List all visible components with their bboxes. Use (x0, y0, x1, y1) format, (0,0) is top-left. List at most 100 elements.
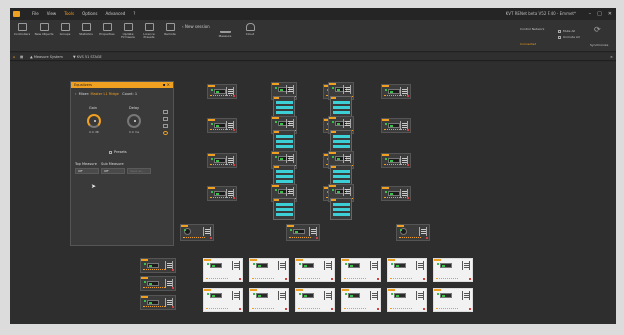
amplifier-device[interactable] (381, 186, 411, 201)
unmute-all-toggle[interactable]: Unmute All (558, 35, 580, 39)
application-window: File View Tools Options Advanced ? KVT R… (10, 8, 616, 324)
amplifier-device[interactable] (433, 288, 473, 312)
close-button[interactable]: ✕ (608, 10, 612, 18)
amplifier-device[interactable] (207, 153, 237, 168)
device-meter (390, 160, 393, 162)
amplifier-device[interactable] (433, 258, 473, 282)
tab-bar-close-icon[interactable]: × (610, 54, 613, 60)
amplifier-device[interactable] (295, 258, 335, 282)
presets-toggle[interactable]: Presets (109, 150, 127, 154)
device-tl (208, 85, 215, 87)
cloud-button[interactable]: Cloud (240, 23, 260, 49)
amplifier-device[interactable] (140, 276, 176, 291)
groups-button[interactable]: Groups (55, 23, 75, 49)
properties-button[interactable]: Properties (97, 23, 117, 49)
option-icon-4[interactable] (163, 131, 168, 135)
sub-measure-select[interactable]: Off (101, 168, 125, 174)
new-objects-button[interactable]: New Objects (34, 23, 54, 49)
amplifier-device[interactable] (396, 224, 430, 241)
delay-knob[interactable] (127, 114, 141, 128)
channel-bus-block[interactable] (330, 130, 352, 152)
channel-bus-block[interactable] (330, 198, 352, 220)
mixer-value[interactable]: Master L1 Ridge (90, 92, 118, 96)
amplifier-device[interactable] (249, 258, 289, 282)
save-preset-button[interactable]: Save as... (127, 168, 151, 174)
amplifier-device[interactable] (140, 258, 176, 273)
channel-bus-block[interactable] (273, 198, 295, 220)
amplifier-device[interactable] (207, 118, 237, 133)
mute-all-checkbox[interactable] (558, 29, 561, 33)
amplifier-device[interactable] (341, 288, 381, 312)
channel-bus-block[interactable] (273, 96, 295, 118)
menu-options[interactable]: Options (82, 10, 97, 18)
amplifier-device[interactable] (381, 84, 411, 99)
device-bars (416, 261, 424, 270)
grid-icon[interactable]: ▦ (20, 54, 23, 60)
amplifier-device[interactable] (203, 258, 243, 282)
device-strip (289, 237, 311, 239)
amplifier-device[interactable] (180, 224, 214, 241)
amplifier-device[interactable] (295, 288, 335, 312)
amplifier-device[interactable] (286, 224, 320, 241)
device-tl (141, 296, 148, 298)
device-tl (204, 259, 211, 261)
tab-measure-system[interactable]: ▲ Measure System (30, 54, 63, 60)
remote-button[interactable]: Remote (160, 23, 180, 49)
amplifier-device[interactable] (381, 118, 411, 133)
maximize-button[interactable]: □ (597, 10, 602, 18)
amplifier-device[interactable] (341, 258, 381, 282)
amplifier-device[interactable] (381, 153, 411, 168)
menu-view[interactable]: View (47, 10, 57, 18)
amplifier-device[interactable] (387, 258, 427, 282)
device-tl (250, 289, 257, 291)
menu-help[interactable]: ? (133, 10, 135, 18)
statistics-button[interactable]: Statistics (76, 23, 96, 49)
mute-all-toggle[interactable]: Mute All (558, 29, 575, 33)
amplifier-device[interactable] (140, 295, 176, 310)
menu-tools[interactable]: Tools (64, 10, 74, 18)
system-canvas[interactable]: Equalizers ▪ × ‹ Mixer: Master L1 Ridge … (10, 62, 616, 324)
bus-channel-strip (333, 175, 350, 178)
mixer-row: ‹ Mixer: Master L1 Ridge Count: 1 (75, 92, 138, 96)
device-led (207, 293, 209, 295)
panel-close-icon[interactable]: ▪ × (163, 82, 170, 88)
measure-button[interactable]: Measure (215, 23, 235, 49)
back-arrow-icon[interactable]: ‹ (75, 92, 76, 96)
device-tl (388, 289, 395, 291)
unmute-all-checkbox[interactable] (558, 35, 561, 39)
channel-bus-block[interactable] (273, 130, 295, 152)
device-tl (382, 85, 389, 87)
top-measure-select[interactable]: Off (75, 168, 99, 174)
option-icon-1[interactable] (163, 110, 168, 114)
device-led (332, 87, 334, 89)
amplifier-device[interactable] (387, 288, 427, 312)
presets-checkbox[interactable] (109, 150, 112, 154)
bus-tag (274, 199, 279, 201)
option-icon-2[interactable] (163, 117, 168, 121)
device-meter (280, 123, 283, 125)
channel-bus-block[interactable] (330, 96, 352, 118)
amplifier-device[interactable] (207, 186, 237, 201)
licence-presets-button[interactable]: Licence Presets (139, 23, 159, 49)
device-bars (370, 261, 378, 270)
gain-knob[interactable] (87, 114, 101, 128)
device-led (437, 293, 439, 295)
tab-kvs-stage[interactable]: ▼ KVS 51 STAGE (73, 54, 102, 60)
menu-file[interactable]: File (32, 10, 39, 18)
menu-advanced[interactable]: Advanced (106, 10, 126, 18)
amplifier-device[interactable] (249, 288, 289, 312)
home-icon[interactable]: ⌂ (13, 54, 15, 60)
option-icon-3[interactable] (163, 124, 168, 128)
minimize-button[interactable]: – (589, 10, 592, 18)
device-bars (286, 85, 294, 94)
device-dot (407, 164, 409, 166)
control-network-label: Control Network (520, 27, 545, 31)
device-strip (206, 278, 228, 280)
controllers-button[interactable]: Controllers (12, 23, 32, 49)
update-firmware-button[interactable]: Update Firmware (118, 23, 138, 49)
new-session-link[interactable]: ‹ New session (182, 24, 210, 29)
amplifier-device[interactable] (203, 288, 243, 312)
bus-tag (274, 166, 279, 168)
synchronize-icon[interactable]: ⟳ (594, 25, 601, 34)
amplifier-device[interactable] (207, 84, 237, 99)
